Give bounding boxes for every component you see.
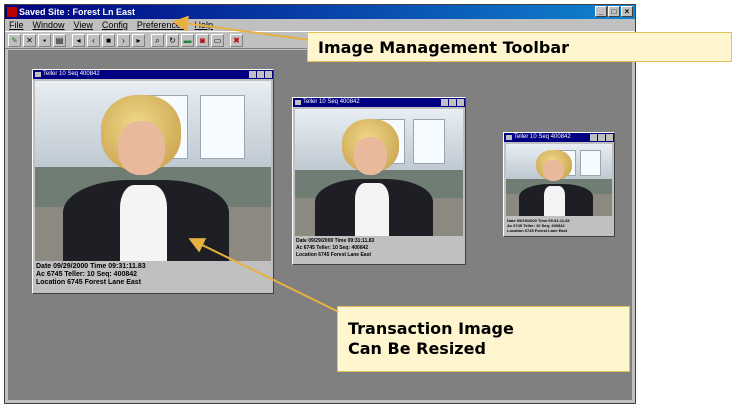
transaction-image-window-medium[interactable]: Teller 10 Seq 400842 Date 09/29/2000 Tim… — [292, 97, 466, 265]
refresh-icon[interactable]: ↻ — [166, 33, 179, 47]
child-close-button[interactable] — [606, 134, 613, 141]
menu-view[interactable]: View — [74, 19, 93, 31]
camera-icon[interactable]: ◙ — [196, 33, 209, 47]
save-icon[interactable]: ▪ — [38, 33, 51, 47]
minimize-button[interactable]: _ — [595, 6, 607, 17]
close-red-icon[interactable]: ✖ — [230, 33, 243, 47]
delete-icon[interactable]: ✕ — [23, 33, 36, 47]
child-window-icon — [295, 100, 301, 105]
child-titlebar[interactable]: Teller 10 Seq 400842 — [293, 98, 465, 107]
app-title: Saved Site : Forest Ln East — [19, 7, 136, 17]
toolbar-callout: Image Management Toolbar — [307, 32, 732, 62]
prev-icon[interactable]: ‹ — [87, 33, 100, 47]
child-maximize-button[interactable] — [257, 71, 264, 78]
toolbar-callout-text: Image Management Toolbar — [318, 38, 570, 57]
child-window-icon — [506, 135, 512, 140]
tile-icon[interactable]: ▭ — [211, 33, 224, 47]
child-maximize-button[interactable] — [449, 99, 456, 106]
last-icon[interactable]: ▸ — [132, 33, 145, 47]
zoom-icon[interactable]: ⌕ — [151, 33, 164, 47]
menu-help[interactable]: Help — [194, 19, 213, 31]
child-title: Teller 10 Seq 400842 — [43, 71, 100, 77]
caption-line: Location 6745 Forest Lane East — [36, 279, 142, 286]
resize-callout-line1: Transaction Image — [348, 319, 514, 338]
edit-icon[interactable]: ✎ — [8, 33, 21, 47]
resize-callout-line2: Can Be Resized — [348, 339, 486, 358]
transaction-image-window-large[interactable]: Teller 10 Seq 400842 Date 09/29/2000 Tim… — [32, 69, 274, 294]
caption-line: Ac 6745 Teller: 10 Seq: 400842 — [36, 271, 138, 278]
caption-line: Date 09/29/2000 Time 09:31:11.83 — [296, 238, 375, 244]
transaction-photo — [35, 81, 271, 261]
transaction-image-window-small[interactable]: Teller 10 Seq 400842 Date 09/29/2000 Tim… — [503, 132, 615, 237]
transaction-photo — [295, 109, 463, 236]
caption-line: Ac 6745 Teller: 10 Seq: 400842 — [296, 245, 369, 251]
child-title: Teller 10 Seq 400842 — [303, 99, 360, 105]
child-minimize-button[interactable] — [590, 134, 597, 141]
menu-config[interactable]: Config — [102, 19, 128, 31]
app-system-icon[interactable] — [7, 7, 17, 17]
menu-preferences[interactable]: Preferences — [137, 19, 186, 31]
child-titlebar[interactable]: Teller 10 Seq 400842 — [504, 133, 614, 142]
app-titlebar[interactable]: Saved Site : Forest Ln East _ □ × — [5, 5, 635, 19]
child-titlebar[interactable]: Teller 10 Seq 400842 — [33, 70, 273, 79]
child-title: Teller 10 Seq 400842 — [514, 134, 571, 140]
transaction-photo — [506, 144, 612, 216]
child-close-button[interactable] — [457, 99, 464, 106]
record-icon[interactable]: ▬ — [181, 33, 194, 47]
first-icon[interactable]: ◂ — [72, 33, 85, 47]
print-icon[interactable]: ▤ — [53, 33, 66, 47]
menu-bar: File Window View Config Preferences Help — [5, 19, 635, 31]
child-close-button[interactable] — [265, 71, 272, 78]
child-minimize-button[interactable] — [249, 71, 256, 78]
child-minimize-button[interactable] — [441, 99, 448, 106]
caption-line: Date 09/29/2000 Time 09:31:11.83 — [36, 263, 146, 270]
child-window-icon — [35, 72, 41, 77]
caption-line: Location 6745 Forest Lane East — [296, 252, 372, 258]
maximize-button[interactable]: □ — [608, 6, 620, 17]
next-icon[interactable]: › — [117, 33, 130, 47]
child-maximize-button[interactable] — [598, 134, 605, 141]
resize-callout: Transaction Image Can Be Resized — [337, 306, 630, 372]
stop-icon[interactable]: ■ — [102, 33, 115, 47]
caption-line: Location 6745 Forest Lane East — [507, 228, 568, 233]
close-button[interactable]: × — [621, 6, 633, 17]
menu-window[interactable]: Window — [33, 19, 65, 31]
menu-file[interactable]: File — [9, 19, 24, 31]
